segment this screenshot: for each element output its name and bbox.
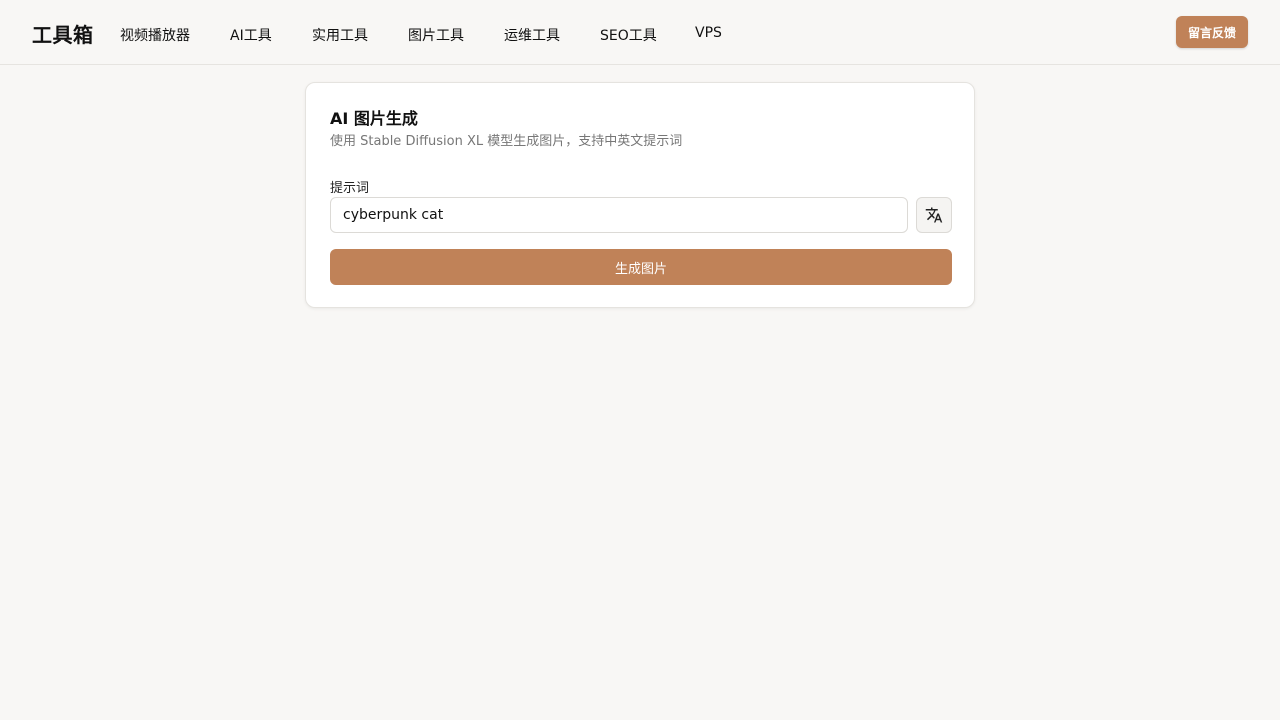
image-generation-card: AI 图片生成 使用 Stable Diffusion XL 模型生成图片，支持…: [305, 82, 975, 308]
card-title: AI 图片生成: [330, 109, 418, 128]
prompt-input[interactable]: [330, 197, 908, 233]
translate-icon: [925, 207, 943, 223]
nav-link-utility-tools[interactable]: 实用工具: [312, 25, 368, 45]
card-description: 使用 Stable Diffusion XL 模型生成图片，支持中英文提示词: [330, 134, 683, 149]
nav-link-ai-tools[interactable]: AI工具: [230, 25, 272, 45]
translate-button[interactable]: [916, 197, 952, 233]
feedback-button[interactable]: 留言反馈: [1176, 16, 1248, 48]
nav-link-vps[interactable]: VPS: [695, 25, 722, 41]
nav-link-ops-tools[interactable]: 运维工具: [504, 25, 560, 45]
prompt-label: 提示词: [330, 181, 370, 196]
top-navbar: 工具箱 视频播放器 AI工具 实用工具 图片工具 运维工具 SEO工具 VPS …: [0, 0, 1280, 65]
nav-link-video-player[interactable]: 视频播放器: [120, 25, 190, 45]
generate-image-button[interactable]: 生成图片: [330, 249, 952, 285]
nav-link-seo-tools[interactable]: SEO工具: [600, 25, 657, 45]
nav-link-image-tools[interactable]: 图片工具: [408, 25, 464, 45]
site-logo[interactable]: 工具箱: [32, 19, 94, 48]
